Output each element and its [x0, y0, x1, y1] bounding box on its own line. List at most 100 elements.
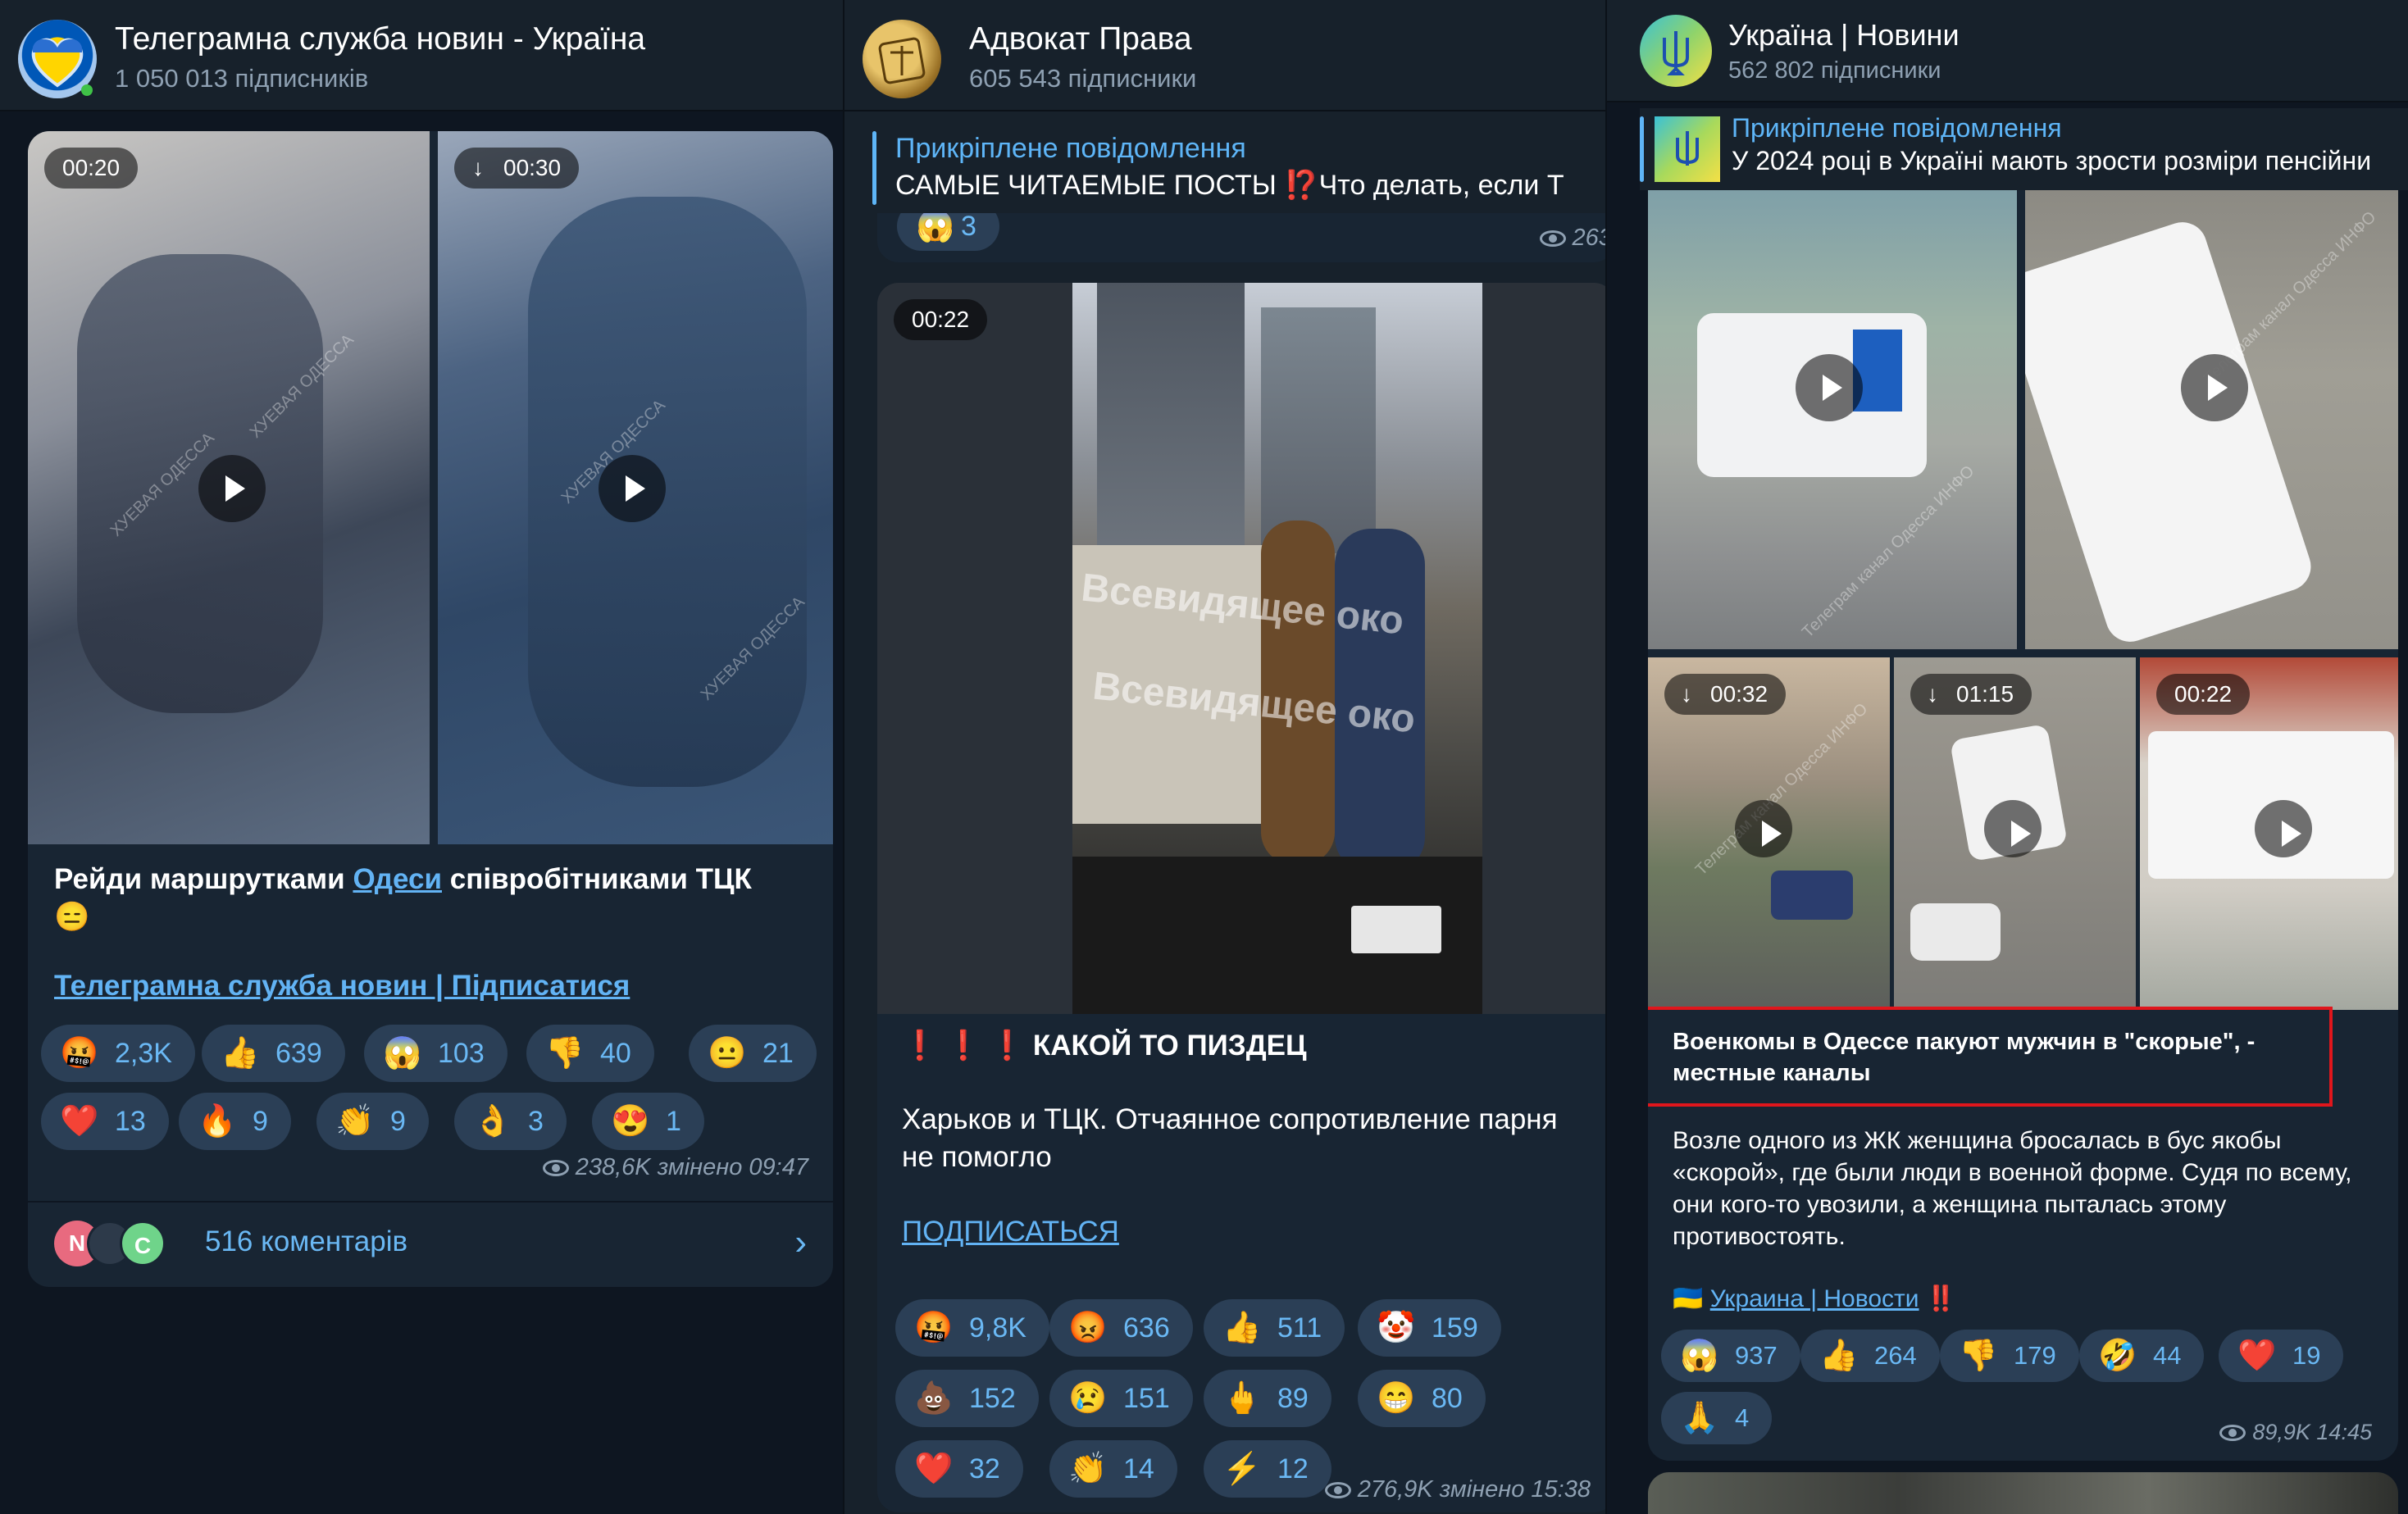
chevron-right-icon[interactable]: ›: [794, 1222, 807, 1263]
reaction-chip[interactable]: 👎 40: [526, 1025, 654, 1082]
reaction-count: 264: [1874, 1341, 1917, 1370]
play-icon[interactable]: [1984, 800, 2042, 857]
channel-avatar[interactable]: [863, 20, 941, 98]
reaction-chip[interactable]: 😢 151: [1049, 1370, 1193, 1427]
reaction-chip[interactable]: 🤣 44: [2079, 1330, 2205, 1382]
eye-icon: [2219, 1425, 2246, 1441]
download-icon[interactable]: ↓: [1927, 674, 1938, 715]
pinned-title: Прикріплене повідомлення: [1732, 113, 2062, 143]
reaction-chip[interactable]: 👍 639: [202, 1025, 345, 1082]
reaction-emoji: 😱: [1680, 1339, 1719, 1373]
video-thumbnail[interactable]: 00:22: [2140, 657, 2398, 1010]
reaction-chip[interactable]: 👏 9: [316, 1093, 429, 1150]
reaction-chip[interactable]: 👍 511: [1204, 1299, 1345, 1357]
channel-avatar[interactable]: [1640, 15, 1712, 87]
channel-header[interactable]: Адвокат Права 605 543 підписники: [844, 0, 1607, 111]
channel-panel-telegram-news: Телеграмна служба новин - Україна 1 050 …: [0, 0, 844, 1514]
reaction-count: 511: [1277, 1312, 1322, 1344]
reaction-chip[interactable]: 👍 264: [1800, 1330, 1940, 1382]
message-headline: Военкомы в Одессе пакуют мужчин в "скоры…: [1673, 1029, 2256, 1086]
pinned-message[interactable]: Прикріплене повідомлення У 2024 році в У…: [1640, 108, 2408, 190]
pinned-indicator: [872, 131, 876, 205]
reaction-chip[interactable]: 😐 21: [689, 1025, 817, 1082]
channel-title[interactable]: Телеграмна служба новин - Україна: [115, 21, 645, 57]
play-icon[interactable]: [2255, 800, 2312, 857]
caption-link[interactable]: Одеси: [353, 863, 442, 895]
reaction-emoji: 👌: [473, 1104, 512, 1139]
play-icon[interactable]: [599, 455, 666, 522]
reaction-emoji: ❤️: [914, 1452, 954, 1486]
subscribe-link[interactable]: Телеграмна служба новин | Підписатися: [54, 967, 630, 1005]
channel-avatar[interactable]: [18, 20, 97, 98]
reaction-chip[interactable]: 😡 636: [1049, 1299, 1193, 1357]
channel-panel-ukraine-news: Україна | Новини 562 802 підписники Прик…: [1607, 0, 2408, 1514]
play-icon[interactable]: [1735, 800, 1792, 857]
download-icon[interactable]: ↓: [1681, 674, 1692, 715]
reaction-chip[interactable]: 😱 3: [897, 213, 999, 251]
reaction-chip[interactable]: 🔥 9: [179, 1093, 291, 1150]
channel-header[interactable]: Україна | Новини 562 802 підписники: [1607, 0, 2408, 102]
eye-icon: [542, 1160, 569, 1176]
reaction-chip[interactable]: 💩 152: [895, 1370, 1039, 1427]
reaction-chip[interactable]: 😱 103: [364, 1025, 508, 1082]
reaction-chip[interactable]: 👌 3: [454, 1093, 567, 1150]
video-thumbnail[interactable]: ХУЕВАЯ ОДЕССА ХУЕВАЯ ОДЕССА 00:20: [28, 131, 430, 844]
expressionless-emoji: 😑: [54, 901, 90, 933]
source-link[interactable]: Украина | Новости: [1710, 1285, 1919, 1312]
channel-header[interactable]: Телеграмна служба новин - Україна 1 050 …: [0, 0, 844, 111]
reaction-count: 9,8K: [969, 1312, 1026, 1344]
reaction-emoji: ⚡: [1222, 1452, 1262, 1486]
reaction-chip[interactable]: 🤬 9,8K: [895, 1299, 1049, 1357]
reaction-count: 3: [961, 213, 976, 242]
views-text: 276,9K змінено 15:38: [1357, 1476, 1591, 1503]
reaction-chip[interactable]: 👏 14: [1049, 1440, 1177, 1498]
play-icon[interactable]: [2181, 354, 2248, 421]
views-text: 263,: [1572, 225, 1607, 251]
reaction-chip[interactable]: 👎 179: [1940, 1330, 2079, 1382]
pinned-thumbnail: [1655, 116, 1720, 182]
play-icon[interactable]: [198, 455, 266, 522]
ukraine-flag-icon: 🇺🇦: [1673, 1285, 1704, 1312]
reaction-count: 19: [2292, 1341, 2321, 1370]
subscribe-link[interactable]: ПОДПИСАТЬСЯ: [902, 1213, 1119, 1251]
reaction-count: 40: [600, 1038, 631, 1069]
reaction-count: 152: [969, 1383, 1016, 1414]
reaction-count: 937: [1735, 1341, 1778, 1370]
video-thumbnail[interactable]: Всевидящее око Всевидящее око 00:22: [877, 283, 1607, 1014]
reaction-count: 639: [275, 1038, 322, 1069]
channel-title[interactable]: Україна | Новини: [1728, 18, 1960, 52]
reaction-chip[interactable]: 😁 80: [1358, 1370, 1486, 1427]
reaction-emoji: 😡: [1068, 1311, 1108, 1345]
reaction-chip[interactable]: ❤️ 19: [2219, 1330, 2344, 1382]
pinned-text: САМЫЕ ЧИТАЕМЫЕ ПОСТЫ ⁉️Что делать, если …: [895, 170, 1564, 201]
comments-button[interactable]: N C 516 коментарів ›: [28, 1203, 833, 1287]
watermark: Телеграм канал Одесса ИНФО: [1798, 461, 1978, 642]
video-thumbnail[interactable]: Телеграм канал Одесса ИНФО: [2025, 190, 2398, 649]
download-icon[interactable]: ↓: [472, 148, 484, 189]
double-exclamation-icon: ‼️: [1925, 1285, 1957, 1312]
reaction-chip[interactable]: 🙏 4: [1661, 1392, 1773, 1444]
reaction-emoji: 👎: [545, 1036, 585, 1071]
video-thumbnail[interactable]: Телеграм канал Одесса ИНФО: [1648, 190, 2017, 649]
reaction-chip[interactable]: 😍 1: [592, 1093, 704, 1150]
reaction-chip[interactable]: ❤️ 32: [895, 1440, 1023, 1498]
reaction-chip[interactable]: ❤️ 13: [41, 1093, 169, 1150]
view-count: 89,9K 14:45: [2219, 1420, 2372, 1445]
video-thumbnail[interactable]: ↓ 01:15: [1894, 657, 2136, 1010]
video-duration: ↓ 00:30: [454, 148, 580, 189]
next-message-preview: [1648, 1472, 2398, 1514]
play-icon[interactable]: [1796, 354, 1863, 421]
trident-icon: [1676, 131, 1699, 166]
reaction-chip[interactable]: ⚡ 12: [1204, 1440, 1331, 1498]
video-thumbnail[interactable]: ХУЕВАЯ ОДЕССА ХУЕВАЯ ОДЕССА ↓ 00:30: [438, 131, 833, 844]
reaction-chip[interactable]: 🖕 89: [1204, 1370, 1331, 1427]
reaction-chip[interactable]: 🤬 2,3K: [41, 1025, 195, 1082]
reaction-count: 12: [1277, 1453, 1309, 1484]
comments-count[interactable]: 516 коментарів: [205, 1225, 407, 1258]
reaction-chip[interactable]: 😱 937: [1661, 1330, 1800, 1382]
reaction-chip[interactable]: 🤡 159: [1358, 1299, 1501, 1357]
reaction-emoji: 👍: [1222, 1311, 1262, 1345]
pinned-message[interactable]: Прикріплене повідомлення САМЫЕ ЧИТАЕМЫЕ …: [872, 123, 1607, 213]
channel-title[interactable]: Адвокат Права: [969, 21, 1192, 57]
video-thumbnail[interactable]: Телеграм канал Одесса ИНФО ↓ 00:32: [1648, 657, 1890, 1010]
